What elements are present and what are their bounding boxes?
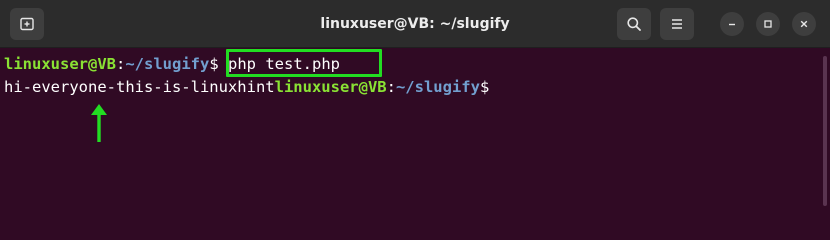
minimize-button[interactable]	[720, 12, 744, 36]
hamburger-menu-icon	[672, 19, 682, 29]
up-arrow-icon	[91, 104, 107, 142]
close-icon	[800, 20, 808, 28]
search-button[interactable]	[617, 8, 651, 40]
prompt-symbol: $	[479, 78, 490, 96]
new-tab-button[interactable]	[10, 8, 44, 40]
maximize-button[interactable]	[756, 12, 780, 36]
command-highlight-box	[226, 49, 382, 77]
terminal-window: linuxuser@VB: ~/slugify linuxuser@VB:~/s…	[0, 0, 830, 220]
prompt-user-host: linuxuser@VB	[4, 55, 116, 73]
command-output: hi-everyone-this-is-linuxhint	[4, 78, 275, 96]
scrollbar-thumb[interactable]	[823, 56, 827, 206]
title-bar[interactable]: linuxuser@VB: ~/slugify	[0, 0, 830, 48]
output-line: hi-everyone-this-is-linuxhintlinuxuser@V…	[4, 76, 489, 98]
minimize-icon	[729, 23, 735, 26]
prompt-user-host: linuxuser@VB	[274, 78, 387, 96]
prompt-path: ~/slugify	[395, 78, 480, 96]
prompt-symbol: $	[209, 55, 219, 73]
new-tab-icon	[20, 17, 34, 31]
window-title: linuxuser@VB: ~/slugify	[320, 16, 510, 32]
prompt-colon: :	[115, 55, 126, 73]
search-icon	[627, 17, 641, 31]
close-button[interactable]	[792, 12, 816, 36]
maximize-icon	[764, 20, 772, 28]
menu-button[interactable]	[660, 8, 694, 40]
prompt-path: ~/slugify	[125, 55, 210, 73]
prompt-colon: :	[386, 78, 396, 96]
terminal-scrollbar[interactable]	[820, 48, 830, 220]
